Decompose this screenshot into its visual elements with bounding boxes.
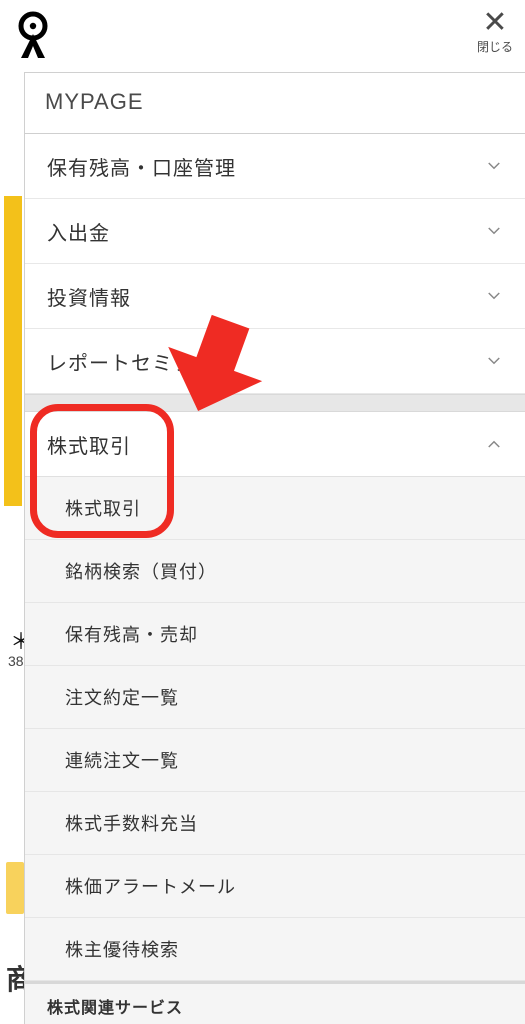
section-divider: [25, 394, 525, 412]
menu-item-label: 入出金: [47, 217, 110, 246]
sub-item-order-list[interactable]: 注文約定一覧: [25, 666, 525, 729]
sub-list-stocks: 株式取引 銘柄検索（買付） 保有残高・売却 注文約定一覧 連続注文一覧 株式手数…: [25, 477, 525, 1024]
chevron-down-icon: [485, 352, 503, 370]
sub-item-label: 注文約定一覧: [65, 684, 179, 710]
top-bar: ✕ 閉じる: [0, 0, 525, 64]
chevron-down-icon: [485, 157, 503, 175]
sub-item-label: 連続注文一覧: [65, 747, 179, 773]
sub-item-label: 株式手数料充当: [65, 810, 198, 836]
close-button[interactable]: ✕ 閉じる: [477, 8, 513, 55]
close-icon: ✕: [482, 8, 507, 38]
menu-item-stocks[interactable]: 株式取引: [25, 412, 525, 477]
sub-item-label: 銘柄検索（買付）: [65, 558, 217, 584]
sub-item-label: 株価アラートメール: [65, 873, 236, 899]
sub-item-label: 株式取引: [65, 495, 141, 521]
sub-item-cont-order-list[interactable]: 連続注文一覧: [25, 729, 525, 792]
sub-item-holdings-sell[interactable]: 保有残高・売却: [25, 603, 525, 666]
sub-item-label: 保有残高・売却: [65, 621, 198, 647]
bg-yellow-strip: [4, 196, 22, 506]
menu-item-cash[interactable]: 入出金: [25, 199, 525, 264]
chevron-up-icon: [485, 435, 503, 453]
bg-num: 38: [8, 653, 24, 669]
sub-heading-related: 株式関連サービス: [25, 981, 525, 1024]
sub-item-search-buy[interactable]: 銘柄検索（買付）: [25, 540, 525, 603]
sub-item-fee-allocation[interactable]: 株式手数料充当: [25, 792, 525, 855]
chevron-down-icon: [485, 222, 503, 240]
sub-item-label: 株主優待検索: [65, 936, 179, 962]
brand-logo-icon[interactable]: [8, 10, 58, 60]
menu-panel: MYPAGE 保有残高・口座管理 入出金 投資情報 レポートセミナー 株式取引 …: [24, 72, 525, 1024]
menu-item-balance[interactable]: 保有残高・口座管理: [25, 134, 525, 199]
menu-item-label: 投資情報: [47, 282, 131, 311]
menu-item-label: 保有残高・口座管理: [47, 152, 236, 181]
bg-yellow-box: [6, 862, 24, 914]
menu-item-label: 株式取引: [47, 430, 131, 459]
sub-item-shareholder-benefit[interactable]: 株主優待検索: [25, 918, 525, 981]
close-label: 閉じる: [477, 38, 513, 55]
panel-title: MYPAGE: [25, 73, 525, 134]
menu-item-label: レポートセミナー: [47, 347, 215, 376]
sub-item-price-alert[interactable]: 株価アラートメール: [25, 855, 525, 918]
sub-item-stock-trade[interactable]: 株式取引: [25, 477, 525, 540]
menu-item-info[interactable]: 投資情報: [25, 264, 525, 329]
menu-item-report[interactable]: レポートセミナー: [25, 329, 525, 394]
chevron-down-icon: [485, 287, 503, 305]
